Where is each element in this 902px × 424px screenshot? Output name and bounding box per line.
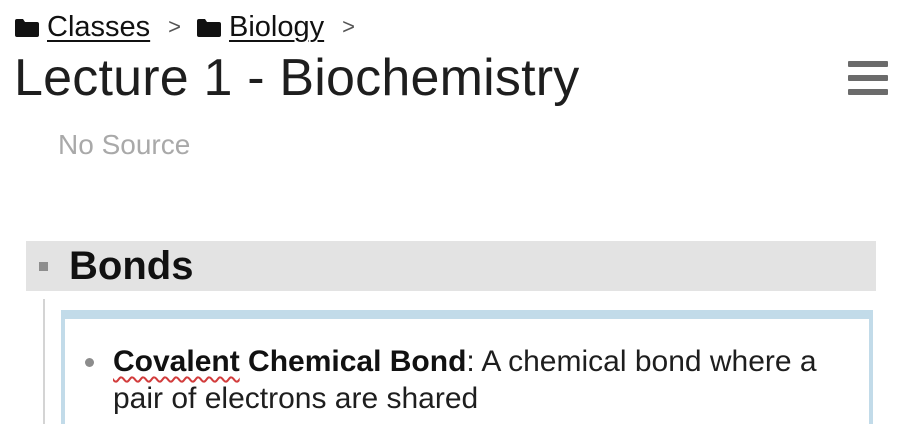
folder-icon xyxy=(197,19,222,37)
breadcrumb-label-biology: Biology xyxy=(229,11,325,43)
folder-icon xyxy=(15,19,39,37)
section-guide-line xyxy=(43,299,45,424)
breadcrumb-label-classes: Classes xyxy=(47,11,151,43)
breadcrumb-item-biology[interactable]: Biology xyxy=(197,8,324,46)
note-term: Chemical Bond xyxy=(239,345,467,378)
menu-bar xyxy=(848,61,888,67)
section-bullet-icon xyxy=(39,262,48,271)
breadcrumb-item-classes[interactable]: Classes xyxy=(15,8,150,46)
breadcrumb-separator: > xyxy=(342,14,355,39)
page: Classes > Biology > Lecture 1 - Biochemi… xyxy=(0,0,902,424)
source-field[interactable]: No Source xyxy=(58,127,190,163)
hamburger-menu-icon[interactable] xyxy=(846,58,890,98)
breadcrumb: Classes > Biology > xyxy=(15,8,371,46)
breadcrumb-separator: > xyxy=(168,14,182,39)
note-card[interactable]: Covalent Chemical Bond: A chemical bond … xyxy=(61,310,873,424)
menu-bar xyxy=(848,89,888,95)
page-title: Lecture 1 - Biochemistry xyxy=(14,49,580,107)
note-term-misspelled: Covalent xyxy=(113,345,240,378)
bullet-icon xyxy=(85,358,94,367)
section-header[interactable]: Bonds xyxy=(26,241,876,291)
note-text[interactable]: Covalent Chemical Bond: A chemical bond … xyxy=(113,343,853,417)
section-title: Bonds xyxy=(69,244,194,288)
menu-bar xyxy=(848,75,888,81)
